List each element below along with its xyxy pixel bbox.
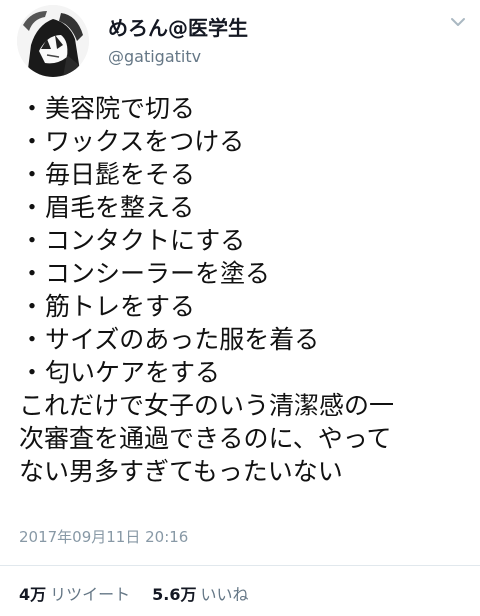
list-item-text: ワックスをつける bbox=[45, 127, 245, 156]
list-item-text: コンシーラーを塗る bbox=[45, 259, 271, 288]
likes-count[interactable]: 5.6万 bbox=[152, 585, 196, 604]
avatar-illustration bbox=[17, 5, 89, 77]
list-item-text: 毎日髭をそる bbox=[45, 160, 196, 189]
list-item-text: サイズのあった服を着る bbox=[45, 325, 320, 354]
list-item: ・眉毛を整える bbox=[19, 191, 469, 224]
tweet-text: ・美容院で切る ・ワックスをつける ・毎日髭をそる ・眉毛を整える ・コンタクト… bbox=[19, 92, 469, 488]
list-item-text: 美容院で切る bbox=[45, 94, 196, 123]
bullet: ・ bbox=[19, 127, 45, 156]
retweets-count[interactable]: 4万 bbox=[19, 585, 46, 604]
avatar[interactable] bbox=[17, 5, 89, 77]
list-item-text: 眉毛を整える bbox=[45, 193, 195, 222]
list-item: ・美容院で切る bbox=[19, 92, 469, 125]
paragraph-line: ない男多すぎてもったいない bbox=[19, 457, 343, 486]
bullet: ・ bbox=[19, 226, 45, 255]
list-item-text: 筋トレをする bbox=[45, 292, 196, 321]
bullet: ・ bbox=[19, 292, 45, 321]
list-item-text: 匂いケアをする bbox=[45, 358, 221, 387]
divider bbox=[0, 565, 480, 566]
paragraph-line: 次審査を通過できるのに、やって bbox=[19, 424, 392, 453]
list-item: ・サイズのあった服を着る bbox=[19, 323, 469, 356]
list-item-text: コンタクトにする bbox=[45, 226, 246, 255]
bullet: ・ bbox=[19, 259, 45, 288]
user-handle[interactable]: @gatigatitv bbox=[108, 47, 201, 66]
list-item: ・匂いケアをする bbox=[19, 356, 469, 389]
chevron-down-icon[interactable] bbox=[448, 14, 468, 30]
list-item: ・コンタクトにする bbox=[19, 224, 469, 257]
retweets-label[interactable]: リツイート bbox=[50, 585, 130, 604]
list-item: ・ワックスをつける bbox=[19, 125, 469, 158]
list-item: ・毎日髭をそる bbox=[19, 158, 469, 191]
likes-label[interactable]: いいね bbox=[201, 585, 249, 604]
bullet: ・ bbox=[19, 94, 45, 123]
tweet-timestamp[interactable]: 2017年09月11日 20:16 bbox=[19, 526, 188, 547]
list-item: ・コンシーラーを塗る bbox=[19, 257, 469, 290]
bullet: ・ bbox=[19, 193, 45, 222]
list-item: ・筋トレをする bbox=[19, 290, 469, 323]
bullet: ・ bbox=[19, 325, 45, 354]
engagement-stats: 4万 リツイート 5.6万 いいね bbox=[19, 581, 249, 605]
bullet: ・ bbox=[19, 358, 45, 387]
closing-paragraph: これだけで女子のいう清潔感の一 次審査を通過できるのに、やって ない男多すぎても… bbox=[19, 389, 469, 488]
bullet: ・ bbox=[19, 160, 45, 189]
display-name[interactable]: めろん@医学生 bbox=[108, 12, 248, 41]
paragraph-line: これだけで女子のいう清潔感の一 bbox=[19, 391, 395, 420]
